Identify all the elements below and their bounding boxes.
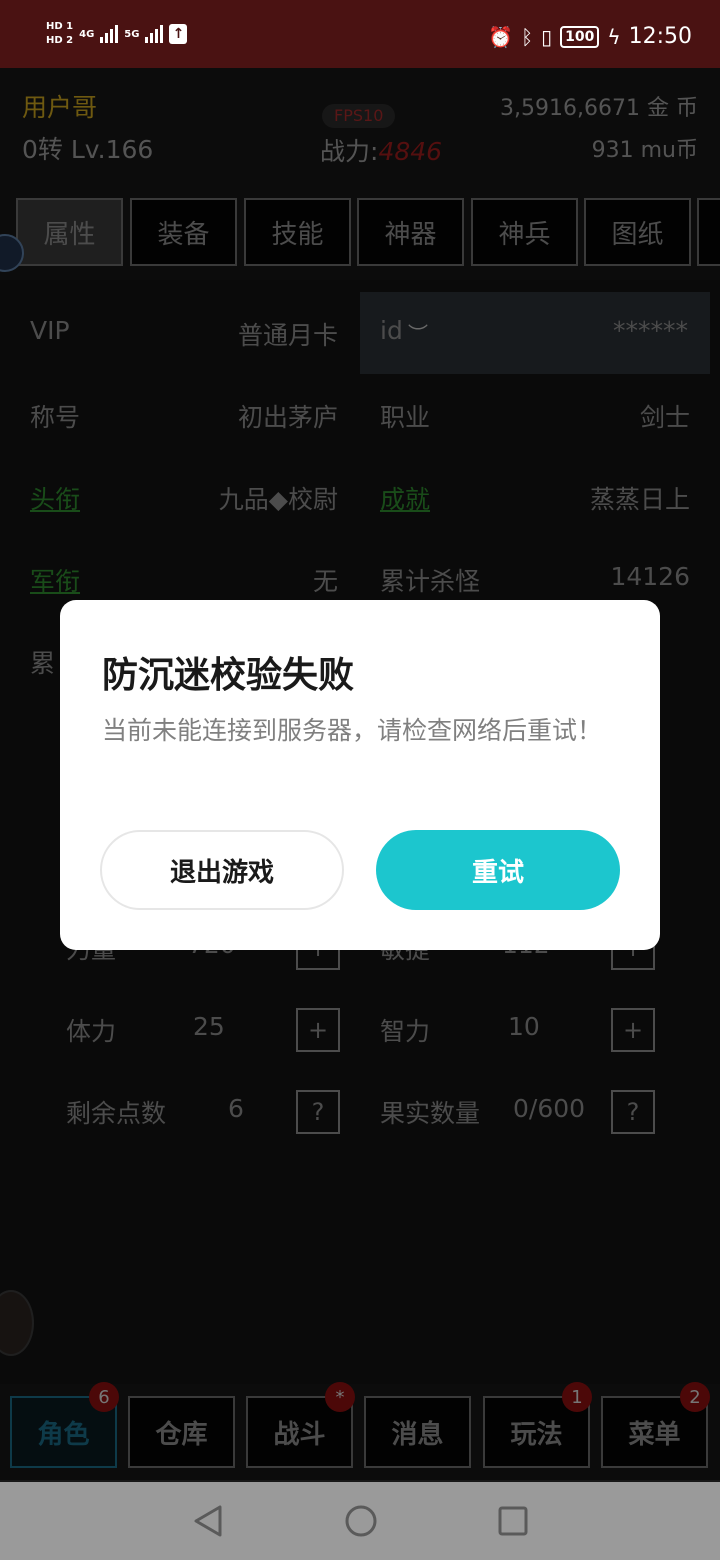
upload-icon: ↑ <box>169 24 188 44</box>
hd2-label: HD 2 <box>46 35 74 46</box>
network-5g-label: 5G <box>124 28 140 40</box>
battery-icon: 100 <box>560 25 600 48</box>
dialog-title: 防沉迷校验失败 <box>102 655 355 696</box>
vibrate-icon: ▯ <box>541 24 553 49</box>
network-4g-label: 4G <box>79 28 95 40</box>
charging-icon: ϟ <box>607 24 621 49</box>
hd1-label: HD 1 <box>46 21 74 32</box>
status-left: HD 1 HD 2 4G 5G ↑ <box>46 20 188 48</box>
clock: 12:50 <box>628 24 692 49</box>
home-icon[interactable] <box>344 1504 378 1538</box>
back-icon[interactable] <box>192 1504 224 1538</box>
system-nav-bar <box>0 1482 720 1560</box>
signal-icon-2 <box>145 25 164 43</box>
signal-icon <box>100 25 119 43</box>
dialog-message: 当前未能连接到服务器，请检查网络后重试！ <box>102 716 603 745</box>
exit-game-button[interactable]: 退出游戏 <box>100 830 344 910</box>
retry-button[interactable]: 重试 <box>376 830 620 910</box>
bluetooth-icon: ᛒ <box>521 24 534 49</box>
status-right: ⏰ ᛒ ▯ 100 ϟ 12:50 <box>488 24 692 49</box>
status-bar: HD 1 HD 2 4G 5G ↑ ⏰ ᛒ ▯ 100 ϟ 12:50 <box>0 0 720 68</box>
anti-addiction-dialog: 防沉迷校验失败 当前未能连接到服务器，请检查网络后重试！ 退出游戏 重试 <box>60 600 660 950</box>
hd-indicator: HD 1 HD 2 <box>46 20 73 48</box>
alarm-icon: ⏰ <box>488 24 514 49</box>
recents-icon[interactable] <box>498 1506 528 1536</box>
